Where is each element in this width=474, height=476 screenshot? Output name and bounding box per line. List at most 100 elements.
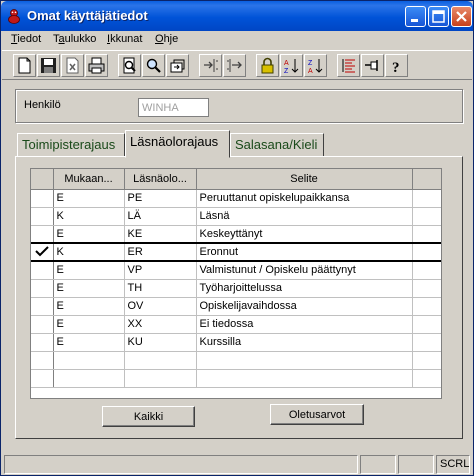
status-message-panel [4, 455, 358, 474]
attendance-grid[interactable]: Mukaan... Läsnäolo... Selite E PE Peruutta… [30, 168, 442, 399]
pin-button[interactable] [361, 54, 384, 77]
table-row[interactable]: E OV Opiskelijavaihdossa [31, 297, 441, 316]
row-indicator[interactable] [31, 333, 54, 352]
cell-selite[interactable] [196, 369, 413, 388]
cell-lasnaolo[interactable]: VP [124, 261, 197, 280]
tab-lasnaolorajaus[interactable]: Läsnäolorajaus [125, 130, 230, 158]
menu-ohje[interactable]: Ohje [155, 33, 178, 45]
cell-mukaan[interactable]: E [53, 315, 125, 334]
cell-mukaan[interactable]: E [53, 333, 125, 352]
row-indicator[interactable] [31, 242, 54, 262]
cell-selite[interactable]: Työharjoittelussa [196, 279, 413, 298]
status-bar: SCRL [2, 451, 472, 475]
cell-mukaan[interactable]: E [53, 261, 125, 280]
cell-mukaan[interactable]: E [53, 225, 125, 244]
cell-filler [412, 261, 441, 280]
sort-descending-button[interactable]: ZA [304, 54, 327, 77]
table-row[interactable]: E KE Keskeyttänyt [31, 225, 441, 244]
svg-text:?: ? [392, 60, 400, 74]
defaults-button[interactable]: Oletusarvot [270, 404, 364, 425]
row-indicator[interactable] [31, 189, 54, 208]
column-header-lasnaolo[interactable]: Läsnäolo... [124, 169, 197, 190]
title-bar[interactable]: Omat käyttäjätiedot [1, 1, 473, 31]
cell-mukaan[interactable]: K [53, 207, 125, 226]
cell-lasnaolo[interactable]: PE [124, 189, 197, 208]
table-row-empty[interactable] [31, 369, 441, 388]
help-button[interactable]: ? [385, 54, 408, 77]
table-row[interactable]: E XX Ei tiedossa [31, 315, 441, 334]
new-button[interactable] [13, 54, 36, 77]
sort-ascending-button[interactable]: AZ [280, 54, 303, 77]
cell-selite[interactable]: Peruuttanut opiskelupaikkansa [196, 189, 413, 208]
minimize-button[interactable] [405, 6, 426, 27]
cell-selite[interactable]: Valmistunut / Opiskelu päättynyt [196, 261, 413, 280]
cell-mukaan[interactable]: E [53, 279, 125, 298]
find-record-button[interactable] [166, 54, 189, 77]
row-indicator[interactable] [31, 297, 54, 316]
table-row[interactable]: E PE Peruuttanut opiskelupaikkansa [31, 189, 441, 208]
maximize-button[interactable] [428, 6, 449, 27]
cell-selite[interactable]: Keskeyttänyt [196, 225, 413, 244]
cell-selite[interactable] [196, 351, 413, 370]
export-button[interactable] [223, 54, 246, 77]
table-row-empty[interactable] [31, 351, 441, 370]
row-indicator[interactable] [31, 369, 54, 388]
help-icon: ? [392, 60, 400, 74]
row-indicator[interactable] [31, 207, 54, 226]
cell-lasnaolo[interactable]: TH [124, 279, 197, 298]
cell-lasnaolo[interactable]: OV [124, 297, 197, 316]
cell-mukaan[interactable]: E [53, 297, 125, 316]
row-indicator[interactable] [31, 279, 54, 298]
table-row[interactable]: K ER Eronnut [31, 242, 441, 262]
table-row[interactable]: E KU Kurssilla [31, 333, 441, 352]
pin-icon [365, 60, 378, 71]
row-indicator[interactable] [31, 261, 54, 280]
toolbar: AZ ZA ? [2, 50, 472, 80]
print-button[interactable] [85, 54, 108, 77]
table-row[interactable]: K LÄ Läsnä [31, 207, 441, 226]
cell-lasnaolo[interactable]: KU [124, 333, 197, 352]
row-indicator[interactable] [31, 315, 54, 334]
cell-lasnaolo[interactable]: XX [124, 315, 197, 334]
column-header-mukaan[interactable]: Mukaan... [53, 169, 125, 190]
cell-mukaan[interactable] [53, 351, 125, 370]
cell-mukaan[interactable]: E [53, 189, 125, 208]
cell-lasnaolo[interactable]: KE [124, 225, 197, 244]
cell-mukaan[interactable] [53, 369, 125, 388]
cell-selite[interactable]: Kurssilla [196, 333, 413, 352]
close-button[interactable] [451, 6, 472, 27]
menu-taulukko[interactable]: Taulukko [53, 33, 96, 45]
search-button[interactable] [142, 54, 165, 77]
cell-selite[interactable]: Läsnä [196, 207, 413, 226]
cell-lasnaolo[interactable] [124, 351, 197, 370]
lock-button[interactable] [256, 54, 279, 77]
column-header-selite[interactable]: Selite [196, 169, 413, 190]
cell-selite[interactable]: Ei tiedossa [196, 315, 413, 334]
cell-lasnaolo[interactable]: LÄ [124, 207, 197, 226]
table-row[interactable]: E TH Työharjoittelussa [31, 279, 441, 298]
cell-lasnaolo[interactable] [124, 369, 197, 388]
cell-selite[interactable]: Opiskelijavaihdossa [196, 297, 413, 316]
search-icon [146, 58, 161, 73]
menu-ikkunat[interactable]: Ikkunat [107, 33, 142, 45]
delete-button[interactable] [61, 54, 84, 77]
row-indicator[interactable] [31, 225, 54, 244]
sort-ascending-icon: AZ [284, 59, 299, 74]
cell-selite[interactable]: Eronnut [196, 242, 413, 262]
tab-salasana-kieli[interactable]: Salasana/Kieli [230, 133, 324, 157]
list-button[interactable] [337, 54, 360, 77]
table-row[interactable]: E VP Valmistunut / Opiskelu päättynyt [31, 261, 441, 280]
cell-filler [412, 279, 441, 298]
import-button[interactable] [199, 54, 222, 77]
print-preview-button[interactable] [118, 54, 141, 77]
select-all-button[interactable]: Kaikki [102, 406, 195, 427]
menu-tiedot[interactable]: Tiedot [11, 33, 41, 45]
cell-mukaan[interactable]: K [53, 242, 125, 262]
save-icon [41, 58, 56, 73]
tab-toimipisterajaus[interactable]: Toimipisterajaus [17, 133, 125, 157]
cell-lasnaolo[interactable]: ER [124, 242, 197, 262]
row-indicator[interactable] [31, 351, 54, 370]
person-field[interactable] [138, 98, 209, 117]
save-button[interactable] [37, 54, 60, 77]
table-body: E PE Peruuttanut opiskelupaikkansa K LÄ Läsnä… [31, 189, 441, 388]
